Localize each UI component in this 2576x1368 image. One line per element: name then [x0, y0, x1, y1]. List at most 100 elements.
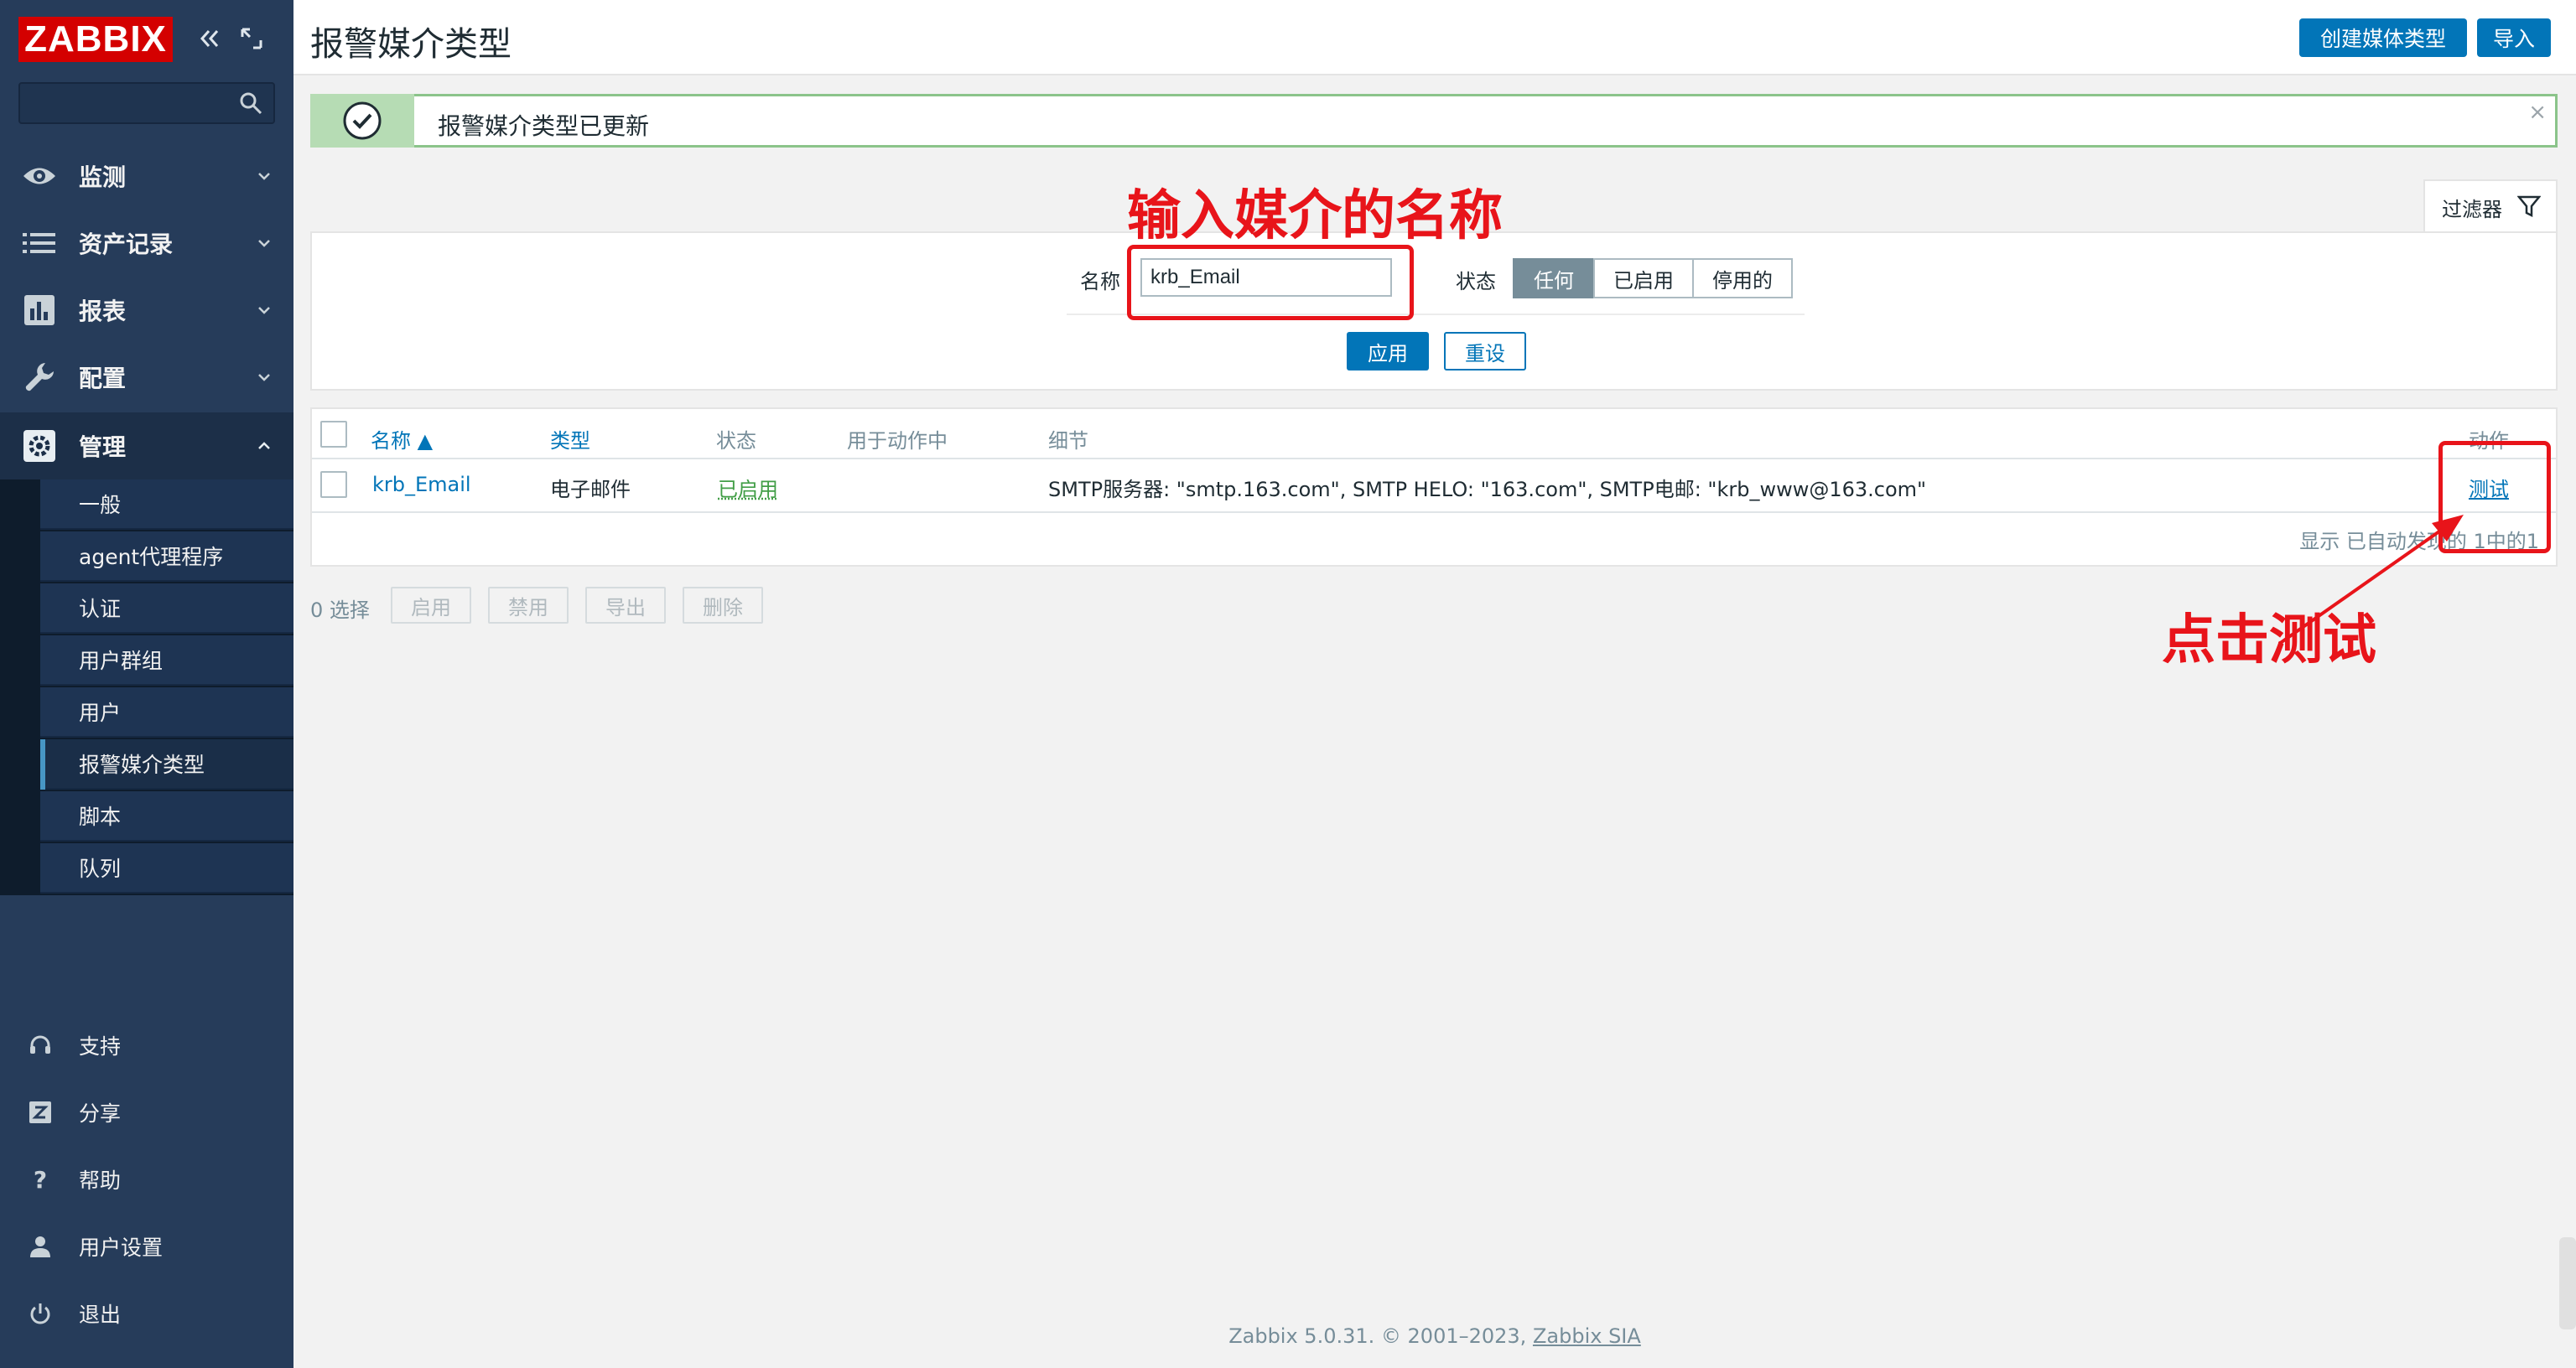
filter-tab-label: 过滤器: [2442, 197, 2502, 221]
column-header-used-in-actions: 用于动作中: [847, 429, 948, 453]
user-icon: [23, 1230, 57, 1263]
media-type-type: 电子邮件: [550, 478, 631, 501]
submenu-label: 脚本: [79, 805, 122, 829]
submenu-item-authentication[interactable]: 认证: [40, 583, 293, 634]
power-icon: [23, 1297, 57, 1330]
disable-button[interactable]: 禁用: [488, 587, 569, 624]
menu-label: 监测: [79, 163, 127, 191]
list-icon: [22, 225, 57, 261]
annotation-click-hint: 点击测试: [2162, 609, 2376, 671]
row-divider: [312, 511, 2556, 513]
export-button[interactable]: 导出: [585, 587, 666, 624]
success-tab: [310, 94, 414, 148]
help-icon: ?: [33, 1165, 48, 1194]
sidebar: ZABBIX 监测 资产记录 报表 配置 管理 一般 agent代理程序 认证 …: [0, 0, 293, 1368]
annotation-name-input-box: [1127, 245, 1414, 320]
media-type-name-link[interactable]: krb_Email: [372, 473, 471, 496]
success-message: 报警媒介类型已更新 ×: [310, 94, 2558, 148]
menu-share[interactable]: 分享: [0, 1083, 293, 1142]
submenu-item-proxies[interactable]: agent代理程序: [40, 531, 293, 582]
create-media-type-button[interactable]: 创建媒体类型: [2299, 18, 2467, 57]
chevron-down-icon: [257, 168, 272, 184]
administration-submenu: 一般 agent代理程序 认证 用户群组 用户 报警媒介类型 脚本 队列: [0, 479, 293, 895]
name-filter-label: 名称: [1080, 270, 1120, 293]
footer-company-link[interactable]: Zabbix SIA: [1533, 1324, 1641, 1348]
menu-label: 分享: [79, 1101, 122, 1126]
header-divider: [312, 458, 2556, 459]
chevron-down-icon: [257, 303, 272, 318]
submenu-item-media-types[interactable]: 报警媒介类型: [40, 739, 293, 790]
menu-reports[interactable]: 报表: [0, 277, 293, 344]
annotation-input-hint: 输入媒介的名称: [1127, 185, 1503, 247]
status-enabled-option[interactable]: 已启用: [1593, 258, 1694, 298]
chevron-up-icon: [257, 438, 272, 453]
menu-label: 支持: [79, 1034, 122, 1059]
submenu-label: 一般: [79, 493, 122, 517]
menu-label: 报表: [79, 298, 127, 325]
menu-label: 退出: [79, 1303, 122, 1327]
filter-icon: [2516, 194, 2542, 218]
submenu-label: 用户: [79, 701, 122, 725]
check-circle-icon: [343, 101, 382, 140]
menu-label: 配置: [79, 365, 127, 392]
chevron-down-icon: [257, 370, 272, 385]
submenu-item-users[interactable]: 用户: [40, 687, 293, 738]
footer-text: Zabbix 5.0.31. © 2001–2023,: [1228, 1324, 1533, 1348]
row-checkbox[interactable]: [320, 471, 347, 498]
search-icon[interactable]: [238, 91, 263, 116]
kiosk-mode-icon[interactable]: [236, 22, 267, 55]
status-disabled-option[interactable]: 停用的: [1692, 258, 1793, 298]
media-type-details: SMTP服务器: "smtp.163.com", SMTP HELO: "163…: [1048, 478, 1927, 501]
delete-button[interactable]: 删除: [683, 587, 763, 624]
selected-count: 0 选择: [310, 598, 370, 622]
apply-button[interactable]: 应用: [1347, 332, 1429, 370]
submenu-item-queue[interactable]: 队列: [40, 843, 293, 894]
submenu-label: 认证: [79, 597, 122, 621]
media-type-status-toggle[interactable]: 已启用: [718, 473, 778, 502]
menu-monitoring[interactable]: 监测: [0, 142, 293, 210]
menu-user-settings[interactable]: 用户设置: [0, 1217, 293, 1276]
bar-chart-icon: [22, 293, 57, 328]
reset-button[interactable]: 重设: [1444, 332, 1526, 370]
success-message-text: 报警媒介类型已更新: [438, 112, 650, 140]
submenu-item-scripts[interactable]: 脚本: [40, 791, 293, 842]
headset-icon: [23, 1029, 57, 1062]
submenu-label: 报警媒介类型: [79, 753, 205, 777]
select-all-checkbox[interactable]: [320, 421, 347, 448]
wrench-icon: [22, 360, 57, 395]
eye-icon: [22, 158, 57, 194]
submenu-label: 用户群组: [79, 649, 164, 673]
sidebar-search-input[interactable]: [20, 84, 230, 122]
chevron-down-icon: [257, 236, 272, 251]
import-button[interactable]: 导入: [2477, 18, 2551, 57]
media-types-table: 名称 ▲ 类型 状态 用于动作中 细节 动作 krb_Email 电子邮件 已启…: [310, 407, 2558, 567]
menu-help[interactable]: ? 帮助: [0, 1150, 293, 1209]
column-header-details: 细节: [1048, 429, 1088, 453]
scrollbar-handle[interactable]: [2559, 1237, 2576, 1329]
status-filter-label: 状态: [1456, 270, 1496, 293]
collapse-sidebar-icon[interactable]: [195, 22, 225, 55]
menu-sign-out[interactable]: 退出: [0, 1284, 293, 1343]
close-icon[interactable]: ×: [2528, 100, 2547, 125]
gear-icon: [22, 428, 57, 464]
menu-administration[interactable]: 管理: [0, 412, 293, 479]
page-header: 报警媒介类型: [293, 0, 2576, 75]
page-title: 报警媒介类型: [310, 25, 512, 64]
column-header-type[interactable]: 类型: [550, 424, 590, 453]
enable-button[interactable]: 启用: [391, 587, 471, 624]
column-header-name[interactable]: 名称 ▲: [371, 424, 433, 453]
menu-inventory[interactable]: 资产记录: [0, 210, 293, 277]
submenu-item-user-groups[interactable]: 用户群组: [40, 635, 293, 686]
filter-tab[interactable]: 过滤器: [2423, 179, 2558, 233]
menu-configuration[interactable]: 配置: [0, 344, 293, 411]
submenu-label: 队列: [79, 857, 122, 881]
submenu-label: agent代理程序: [79, 545, 224, 569]
status-any-option[interactable]: 任何: [1513, 258, 1595, 298]
menu-label: 管理: [79, 433, 127, 461]
menu-label: 资产记录: [79, 231, 174, 258]
menu-support[interactable]: 支持: [0, 1016, 293, 1075]
submenu-item-general[interactable]: 一般: [40, 479, 293, 530]
zabbix-logo[interactable]: ZABBIX: [18, 17, 173, 62]
menu-label: 帮助: [79, 1168, 122, 1193]
sidebar-search-box: [18, 82, 275, 124]
